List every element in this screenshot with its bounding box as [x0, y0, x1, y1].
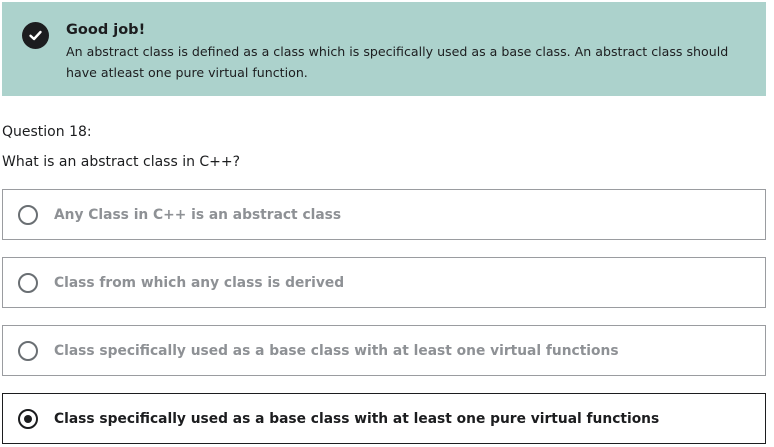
quiz-page: Good job! An abstract class is defined a…: [0, 0, 774, 447]
answer-option-4[interactable]: Class specifically used as a base class …: [2, 393, 766, 444]
answer-label: Class from which any class is derived: [54, 274, 345, 291]
radio-button[interactable]: [18, 204, 38, 225]
radio-button[interactable]: [18, 272, 38, 293]
answer-label: Any Class in C++ is an abstract class: [54, 206, 342, 223]
answer-label: Class specifically used as a base class …: [54, 342, 619, 359]
question-text: What is an abstract class in C++?: [2, 154, 241, 170]
answer-option-3[interactable]: Class specifically used as a base class …: [2, 325, 766, 376]
radio-button[interactable]: [18, 340, 38, 361]
question-number: Question 18:: [2, 124, 92, 140]
check-circle-icon: [22, 22, 49, 49]
alert-message: An abstract class is defined as a class …: [66, 44, 729, 80]
success-alert: Good job! An abstract class is defined a…: [2, 2, 766, 96]
answer-option-2[interactable]: Class from which any class is derived: [2, 257, 766, 308]
radio-selected-dot: [24, 414, 32, 423]
answer-label: Class specifically used as a base class …: [54, 410, 660, 427]
radio-button-selected[interactable]: [18, 408, 38, 429]
alert-title: Good job!: [66, 22, 146, 38]
answer-option-1[interactable]: Any Class in C++ is an abstract class: [2, 189, 766, 240]
alert-body: Good job! An abstract class is defined a…: [66, 20, 756, 83]
